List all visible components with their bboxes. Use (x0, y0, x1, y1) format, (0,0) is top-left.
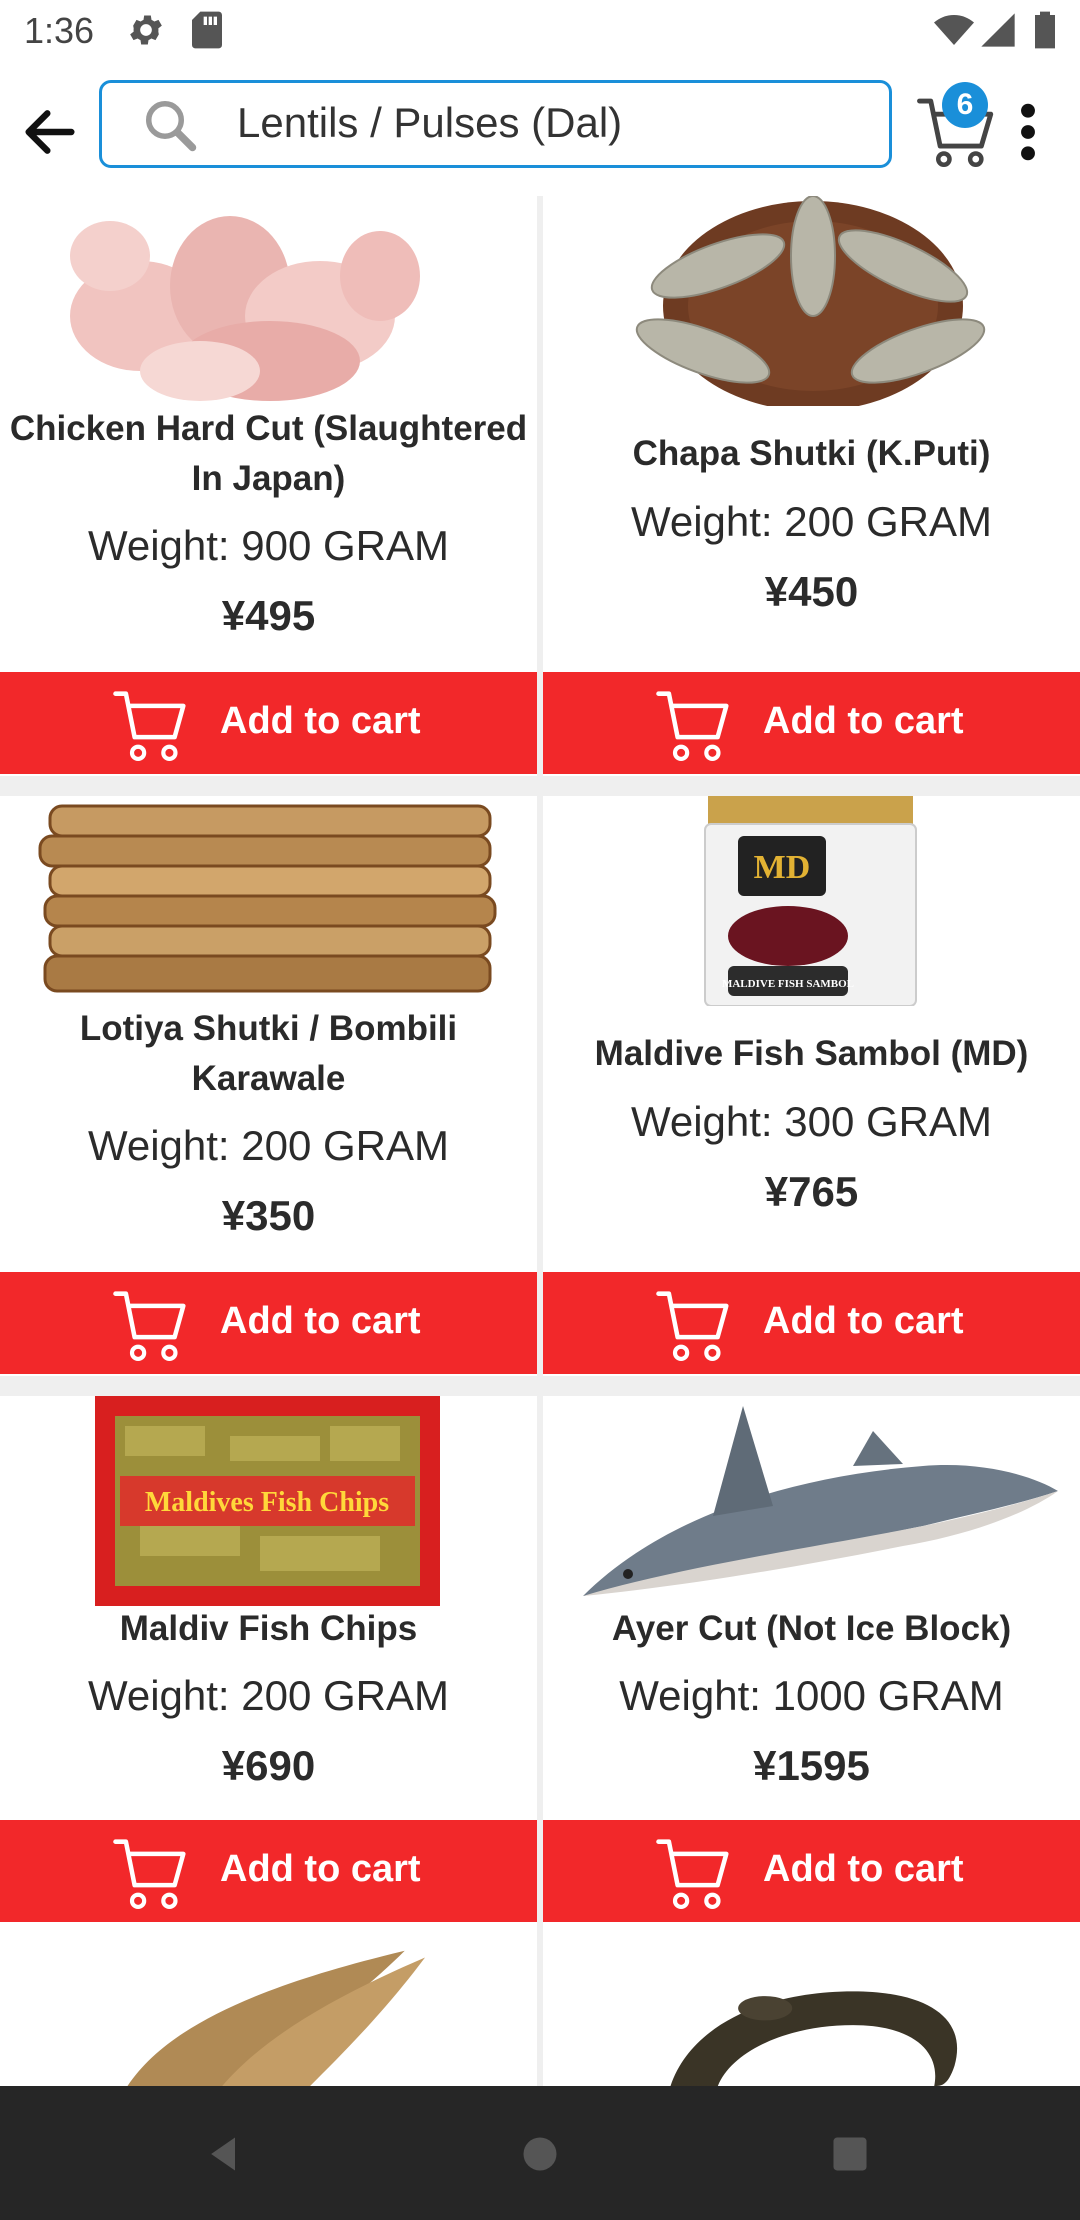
product-name: Chicken Hard Cut (Slaughtered In Japan) (9, 409, 528, 498)
product-name: Chapa Shutki (K.Puti) (632, 434, 991, 473)
svg-text:MD: MD (754, 849, 811, 886)
status-bar: 1:36 (0, 0, 1080, 66)
add-to-cart-label: Add to cart (763, 1848, 964, 1890)
product-card[interactable]: Lotiya Shutki / Bombili Karawale Weight:… (0, 796, 537, 1376)
product-card[interactable]: MD MALDIVE FISH SAMBOL Maldive Fish Samb… (543, 796, 1080, 1376)
add-to-cart-label: Add to cart (220, 1848, 421, 1890)
product-weight: Weight: 200 GRAM (630, 498, 993, 545)
add-to-cart-button[interactable]: Add to cart (543, 1820, 1080, 1922)
more-options-icon[interactable] (1010, 100, 1046, 164)
nav-home-icon[interactable] (518, 2132, 562, 2176)
sd-card-icon (192, 11, 222, 49)
product-card[interactable] (543, 1944, 1080, 2086)
product-price: ¥1595 (753, 1742, 870, 1789)
product-name: Maldive Fish Sambol (MD) (594, 1034, 1029, 1073)
cart-icon (113, 1291, 186, 1361)
product-name: Lotiya Shutki / Bombili Karawale (79, 1009, 458, 1098)
cart-icon (656, 1291, 729, 1361)
cart-icon (113, 1839, 186, 1909)
add-to-cart-button[interactable]: Add to cart (0, 1272, 537, 1374)
product-card[interactable]: Ayer Cut (Not Ice Block) Weight: 1000 GR… (543, 1396, 1080, 1946)
svg-text:Maldives Fish Chips: Maldives Fish Chips (145, 1487, 389, 1518)
product-image-bombili (0, 796, 537, 1006)
product-grid: Chicken Hard Cut (Slaughtered In Japan) … (0, 196, 1080, 2086)
product-image-sambol-jar: MD MALDIVE FISH SAMBOL (543, 796, 1080, 1006)
cart-icon (113, 691, 186, 761)
add-to-cart-button[interactable]: Add to cart (543, 672, 1080, 774)
svg-text:MALDIVE FISH SAMBOL: MALDIVE FISH SAMBOL (722, 978, 854, 990)
cart-count-badge: 6 (942, 82, 988, 128)
product-weight: Weight: 1000 GRAM (619, 1672, 1004, 1719)
back-arrow-icon[interactable] (18, 100, 82, 164)
signal-icon (981, 13, 1015, 47)
status-time: 1:36 (24, 10, 95, 51)
product-image-fish-partial (86, 1944, 451, 2086)
add-to-cart-button[interactable]: Add to cart (0, 1820, 537, 1922)
product-price: ¥450 (764, 568, 859, 615)
navigation-bar (0, 2086, 1080, 2220)
search-query: Lentils / Pulses (Dal) (237, 99, 623, 146)
add-to-cart-label: Add to cart (763, 1300, 964, 1342)
search-icon (146, 101, 197, 152)
battery-icon (1035, 11, 1055, 49)
product-card[interactable] (0, 1944, 537, 2086)
product-weight: Weight: 900 GRAM (87, 522, 450, 569)
product-price: ¥690 (221, 1742, 316, 1789)
product-weight: Weight: 300 GRAM (630, 1098, 993, 1145)
cart-icon (656, 1839, 729, 1909)
product-price: ¥350 (221, 1192, 316, 1239)
add-to-cart-label: Add to cart (763, 700, 964, 742)
product-name: Ayer Cut (Not Ice Block) (611, 1609, 1012, 1648)
product-image-dried-fish (543, 196, 1080, 406)
add-to-cart-button[interactable]: Add to cart (0, 672, 537, 774)
app-bar: Lentils / Pulses (Dal) 6 (0, 66, 1080, 196)
product-card[interactable]: Maldives Fish Chips Maldiv Fish Chips We… (0, 1396, 537, 1946)
nav-back-icon[interactable] (202, 2132, 246, 2176)
cart-icon (656, 691, 729, 761)
product-card[interactable]: Chapa Shutki (K.Puti) Weight: 200 GRAM ¥… (543, 196, 1080, 776)
product-weight: Weight: 200 GRAM (87, 1122, 450, 1169)
settings-icon (130, 15, 162, 45)
product-price: ¥765 (764, 1168, 859, 1215)
wifi-icon (934, 15, 974, 45)
product-image-eel-partial (629, 1944, 994, 2086)
add-to-cart-button[interactable]: Add to cart (543, 1272, 1080, 1374)
product-image-fish-chips: Maldives Fish Chips (0, 1396, 537, 1606)
product-name: Maldiv Fish Chips (119, 1609, 418, 1648)
product-weight: Weight: 200 GRAM (87, 1672, 450, 1719)
product-image-ayer-fish (543, 1396, 1080, 1606)
add-to-cart-label: Add to cart (220, 700, 421, 742)
search-input[interactable]: Lentils / Pulses (Dal) (99, 80, 892, 168)
product-image-chicken (0, 196, 537, 406)
product-price: ¥495 (221, 592, 316, 639)
add-to-cart-label: Add to cart (220, 1300, 421, 1342)
nav-recents-icon[interactable] (828, 2132, 872, 2176)
product-card[interactable]: Chicken Hard Cut (Slaughtered In Japan) … (0, 196, 537, 776)
